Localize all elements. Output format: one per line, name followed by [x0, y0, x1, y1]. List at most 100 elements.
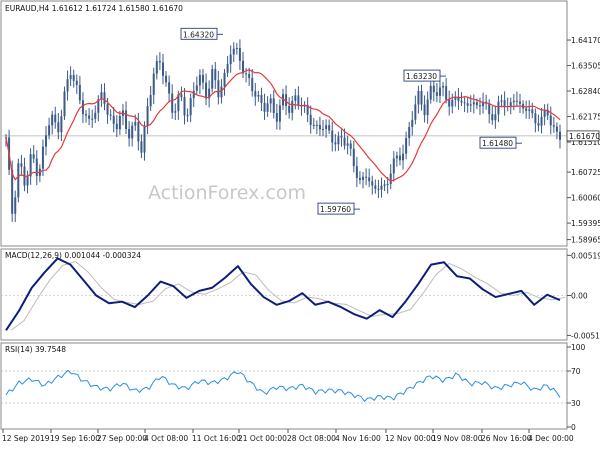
candle-body: [343, 137, 346, 146]
candle-body: [518, 101, 521, 104]
candle-body: [134, 122, 137, 126]
price-annotation-label: 1.59760: [320, 205, 351, 214]
macd-header: MACD(12,26,9) 0.001044 -0.000324: [5, 251, 141, 260]
candle-body: [534, 113, 537, 124]
candle-body: [278, 105, 281, 122]
candle-body: [331, 130, 334, 143]
candle-body: [312, 124, 315, 126]
macd-axis: 0.005194 0.00 -0.005166: [1, 251, 600, 340]
candle-body: [528, 109, 531, 111]
candle-body: [555, 126, 558, 132]
candle-body: [275, 113, 278, 122]
macd-tick-label: 0.00: [571, 292, 588, 301]
candle-body: [131, 125, 134, 139]
candle-body: [408, 127, 411, 139]
candle-body: [475, 102, 478, 106]
candle-body: [189, 98, 192, 116]
price-tick-label: 1.63505: [571, 62, 600, 71]
price-tick-label: 1.60725: [571, 168, 600, 177]
candle-body: [325, 125, 328, 129]
price-tick-label: 1.64170: [571, 36, 600, 45]
candle-body: [32, 154, 35, 159]
candle-body: [20, 163, 23, 167]
candle-body: [497, 101, 500, 115]
candle-body: [435, 92, 438, 96]
candle-body: [334, 142, 337, 145]
time-tick-label: 21 Oct 00:00: [238, 434, 287, 443]
price-tick-label: 1.58965: [571, 236, 600, 245]
candle-body: [155, 61, 158, 74]
candle-body: [143, 125, 146, 153]
candle-body: [180, 94, 183, 98]
time-tick-label: 4 Dec 00:00: [528, 434, 574, 443]
candle-body: [346, 143, 349, 146]
candle-body: [469, 104, 472, 106]
candle-body: [488, 103, 491, 115]
time-tick-label: 4 Oct 08:00: [144, 434, 188, 443]
candle-body: [266, 103, 269, 112]
candle-body: [512, 100, 515, 103]
candle-body: [69, 75, 72, 80]
candle-body: [466, 103, 469, 106]
rsi-tick-label: 70: [571, 367, 581, 376]
candle-body: [128, 129, 131, 139]
candle-body: [158, 61, 161, 63]
candle-body: [174, 111, 177, 113]
candle-body: [223, 72, 226, 87]
time-tick-label: 19 Nov 08:00: [432, 434, 483, 443]
candle-body: [318, 125, 321, 130]
candle-body: [420, 91, 423, 105]
candle-body: [232, 48, 235, 55]
candle-body: [315, 125, 318, 127]
candle-body: [500, 100, 503, 102]
macd-tick-label: 0.005194: [571, 251, 600, 260]
candle-body: [340, 136, 343, 138]
candle-body: [45, 135, 48, 147]
rsi-panel-frame: [0, 342, 568, 430]
candle-body: [192, 90, 195, 99]
macd-series: [5, 257, 566, 331]
candle-body: [171, 93, 174, 113]
candle-body: [288, 105, 291, 113]
candle-body: [183, 97, 186, 116]
candle-body: [72, 75, 75, 81]
time-tick-label: 26 Nov 16:00: [481, 434, 532, 443]
candle-body: [229, 54, 232, 65]
candle-body: [48, 125, 51, 136]
candle-body: [245, 73, 248, 75]
candle-body: [226, 64, 229, 73]
price-header: EURAUD,H4 1.61612 1.61724 1.61580 1.6167…: [5, 4, 183, 13]
candle-body: [106, 104, 109, 115]
candle-body: [537, 123, 540, 126]
candle-body: [380, 185, 383, 190]
candle-body: [85, 114, 88, 116]
candle-body: [254, 91, 257, 97]
candle-body: [149, 94, 152, 107]
candle-body: [432, 85, 435, 93]
candle-body: [109, 114, 112, 116]
candle-body: [414, 104, 417, 120]
candle-body: [201, 74, 204, 83]
rsi-tick-label: 30: [571, 399, 581, 408]
candle-body: [94, 112, 97, 119]
candle-body: [294, 95, 297, 101]
macd-panel-frame: [0, 248, 568, 341]
candle-body: [140, 141, 143, 153]
candle-body: [78, 84, 81, 101]
candle-body: [17, 163, 20, 198]
candle-body: [66, 79, 69, 92]
candle-body: [426, 99, 429, 116]
candle-body: [460, 100, 463, 103]
time-tick-label: 4 Nov 16:00: [335, 434, 381, 443]
candle-body: [322, 128, 325, 130]
candle-body: [125, 110, 128, 130]
candle-body: [448, 99, 451, 107]
candle-body: [165, 75, 168, 83]
candle-body: [352, 148, 355, 167]
candle-body: [368, 177, 371, 182]
candle-body: [355, 166, 358, 178]
price-tick-label: 1.62175: [571, 113, 600, 122]
price-annotation-label: 1.61480: [482, 139, 513, 148]
time-tick-label: 19 Sep 16:00: [50, 434, 100, 443]
rsi-tick-label: 100: [571, 343, 586, 352]
